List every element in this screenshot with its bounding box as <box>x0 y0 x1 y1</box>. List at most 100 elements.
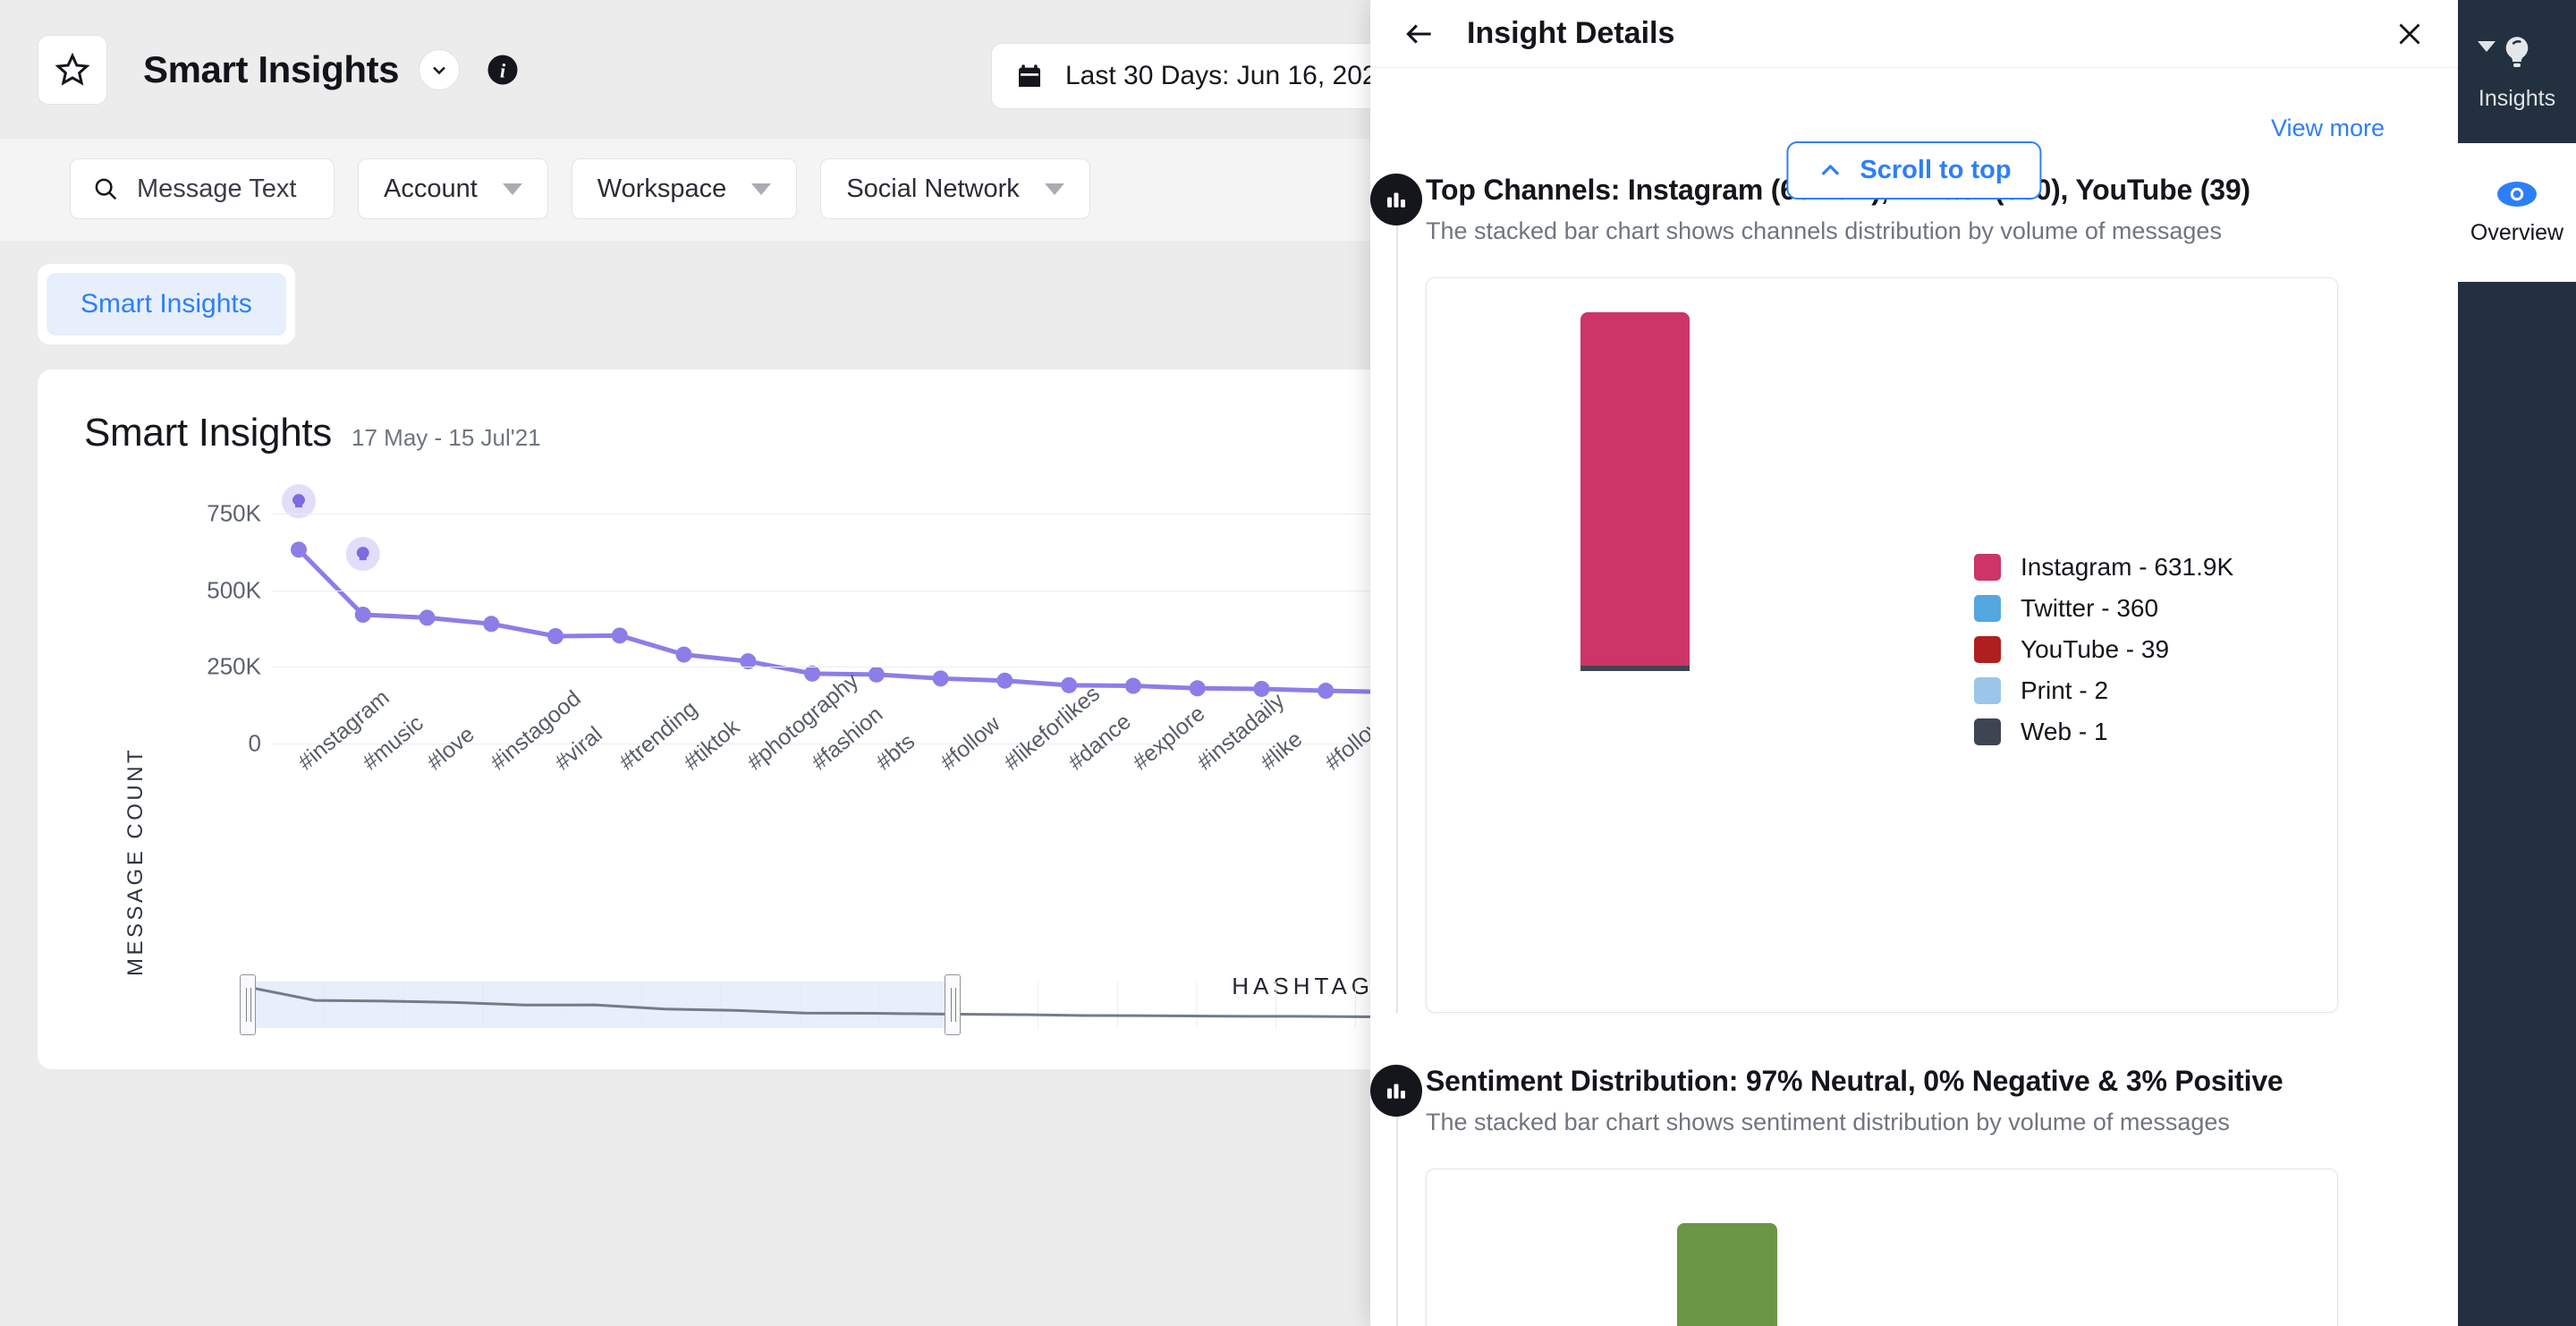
legend-swatch-instagram <box>1974 554 2001 581</box>
data-point[interactable] <box>611 627 628 644</box>
lightbulb-icon <box>2505 36 2529 67</box>
top-channels-bar-chart: Instagram - 631.9K Twitter - 360 YouTube… <box>1427 278 2337 1012</box>
rail-item-overview[interactable]: Overview <box>2458 143 2576 282</box>
filter-social-network-label: Social Network <box>846 174 1020 203</box>
chevron-down-icon <box>751 183 772 195</box>
insight-title: Sentiment Distribution: 97% Neutral, 0% … <box>1426 1065 2284 1097</box>
bar-chart-glyph <box>1387 192 1405 208</box>
info-icon[interactable]: i <box>487 54 519 86</box>
rail-item-insights[interactable]: Insights <box>2458 0 2576 143</box>
data-point[interactable] <box>547 628 564 644</box>
card-date-range: 17 May - 15 Jul'21 <box>352 424 541 451</box>
view-more-link[interactable]: View more <box>2271 115 2385 142</box>
eye-icon <box>2497 182 2537 207</box>
rail-label-overview: Overview <box>2470 220 2564 245</box>
tab-strip: Smart Insights <box>0 241 1370 344</box>
insight-chart-card <box>1426 1169 2338 1326</box>
panel-body[interactable]: View more Scroll to top Top Channels: In… <box>1370 68 2458 1326</box>
card-header: Smart Insights 17 May - 15 Jul'21 <box>38 402 1370 455</box>
bar-base <box>1580 666 1690 671</box>
legend-item[interactable]: Instagram - 631.9K <box>1974 547 2233 588</box>
bar-neutral[interactable] <box>1677 1223 1777 1326</box>
legend-item[interactable]: YouTube - 39 <box>1974 629 2233 670</box>
legend-label-youtube: YouTube - 39 <box>2021 635 2170 663</box>
legend-swatch-web <box>1974 718 2001 745</box>
data-point[interactable] <box>675 646 692 663</box>
brush-handle-left[interactable] <box>240 974 256 1035</box>
data-point[interactable] <box>996 672 1013 689</box>
data-point[interactable] <box>932 670 949 687</box>
brush-handle-right[interactable] <box>945 974 961 1035</box>
card-title: Smart Insights <box>84 411 333 455</box>
bar-instagram[interactable] <box>1580 312 1690 666</box>
insight-item-top-channels: Top Channels: Instagram (631.9K), Twitte… <box>1370 174 2458 1013</box>
y-tick-label: 250K <box>207 652 261 680</box>
legend-swatch-youtube <box>1974 636 2001 663</box>
tab-container: Smart Insights <box>38 264 295 344</box>
date-range-picker[interactable]: Last 30 Days: Jun 16, 2021 <box>991 43 1370 109</box>
filter-bar: Message Text Account Workspace Social Ne… <box>0 139 1370 241</box>
x-axis-ticks: #instagram #music #love #instagood #viral #tr… <box>272 627 1370 976</box>
data-point[interactable] <box>804 665 821 682</box>
legend-item[interactable]: Web - 1 <box>1974 711 2233 752</box>
top-bar: Smart Insights i Last 30 Days: Jun 16, 2… <box>0 0 1370 139</box>
close-icon[interactable] <box>2394 18 2426 50</box>
insight-marker[interactable] <box>345 537 380 572</box>
legend-label-web: Web - 1 <box>2021 718 2108 745</box>
app-root: Smart Insights i Last 30 Days: Jun 16, 2… <box>0 0 2576 1326</box>
chart-legend: Instagram - 631.9K Twitter - 360 YouTube… <box>1974 547 2233 752</box>
legend-label-instagram: Instagram - 631.9K <box>2021 553 2234 581</box>
filter-account-label: Account <box>384 174 478 203</box>
legend-item[interactable]: Twitter - 360 <box>1974 588 2233 629</box>
bar-chart-icon <box>1370 174 1422 225</box>
page-title: Smart Insights <box>143 47 400 90</box>
insight-details-panel: Insight Details View more Scroll to top <box>1370 0 2458 1326</box>
panel-header: Insight Details <box>1370 0 2458 68</box>
main-content: Smart Insights i Last 30 Days: Jun 16, 2… <box>0 0 1370 1326</box>
svg-text:i: i <box>500 59 506 81</box>
rail-label-insights: Insights <box>2478 85 2556 111</box>
legend-swatch-print <box>1974 677 2001 704</box>
insight-item-sentiment: Sentiment Distribution: 97% Neutral, 0% … <box>1370 1065 2458 1326</box>
timeline-rail <box>1396 174 1398 1013</box>
panel-title: Insight Details <box>1467 16 1675 50</box>
legend-item[interactable]: Print - 2 <box>1974 670 2233 711</box>
filter-workspace[interactable]: Workspace <box>571 158 798 219</box>
data-point[interactable] <box>291 541 307 558</box>
tab-smart-insights[interactable]: Smart Insights <box>47 273 286 336</box>
filter-account[interactable]: Account <box>358 158 548 219</box>
chart-range-brush[interactable] <box>240 973 1370 1035</box>
date-range-value: Last 30 Days: Jun 16, 2021 <box>1065 61 1370 90</box>
chevron-down-icon <box>433 66 445 74</box>
data-point[interactable] <box>868 666 885 683</box>
insight-description: The stacked bar chart shows sentiment di… <box>1426 1109 2230 1135</box>
star-icon <box>55 52 90 86</box>
caret-down-icon <box>2478 41 2496 52</box>
filter-social-network[interactable]: Social Network <box>820 158 1090 219</box>
insight-chart-card: Instagram - 631.9K Twitter - 360 YouTube… <box>1426 277 2338 1013</box>
line-path <box>297 548 1370 694</box>
data-point[interactable] <box>419 609 436 626</box>
search-placeholder: Message Text <box>137 174 297 203</box>
search-icon <box>95 178 117 200</box>
legend-label-twitter: Twitter - 360 <box>2021 594 2159 622</box>
chevron-down-icon <box>1044 183 1064 195</box>
bar-chart-icon <box>1370 1065 1422 1117</box>
bar-chart-glyph <box>1387 1084 1405 1099</box>
data-point[interactable] <box>1124 677 1141 694</box>
chevron-up-icon <box>1821 164 1840 175</box>
y-axis-title: MESSAGE COUNT <box>123 746 148 976</box>
search-input[interactable]: Message Text <box>70 158 335 219</box>
data-point[interactable] <box>483 616 500 633</box>
brush-selection[interactable] <box>245 982 952 1028</box>
favorite-button[interactable] <box>38 34 107 105</box>
data-point[interactable] <box>1189 680 1206 697</box>
scroll-to-top-button[interactable]: Scroll to top <box>1786 141 2042 200</box>
chevron-down-icon <box>502 183 522 195</box>
insight-description: The stacked bar chart shows channels dis… <box>1426 217 2222 244</box>
page-title-dropdown-button[interactable] <box>419 48 461 90</box>
data-point[interactable] <box>1061 676 1078 693</box>
arrow-left-icon[interactable] <box>1402 17 1436 51</box>
data-point[interactable] <box>1318 683 1335 700</box>
data-point[interactable] <box>354 607 371 623</box>
